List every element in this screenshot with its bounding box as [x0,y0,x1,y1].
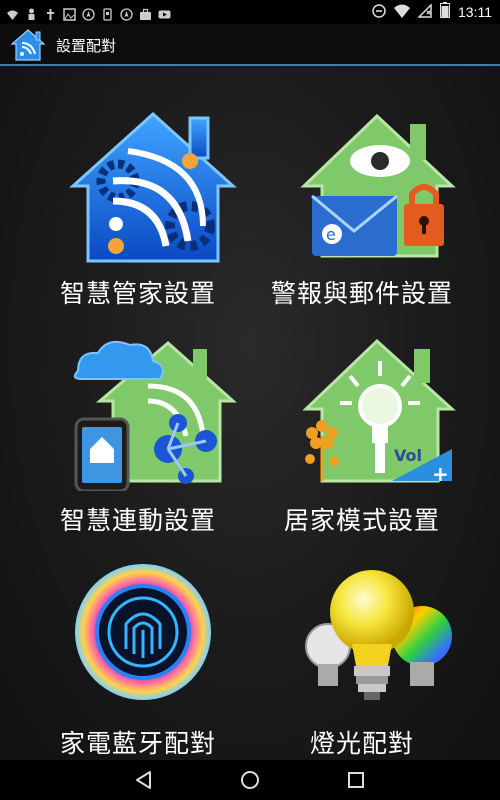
smart-house-wifi-icon [69,111,237,263]
clock: 13:11 [458,4,492,20]
home-icon[interactable] [238,768,262,792]
wifi-signal-icon [394,3,410,22]
svg-text:+: + [432,462,449,486]
svg-text:e: e [326,225,336,244]
home-mode-bulb-icon: Vol + [302,338,456,486]
tile-smart-butler[interactable]: 智慧管家設置 [28,86,248,308]
page-title: 設置配對 [56,37,117,55]
battery-icon [440,2,450,22]
smart-home-icon[interactable] [10,27,46,63]
android-icon [101,6,114,21]
person-icon [25,6,38,20]
system-icons: 13:11 [372,2,492,22]
bluetooth-fingerprint-icon [75,564,211,700]
minus-circle-icon [372,3,386,22]
recents-icon[interactable] [344,768,368,792]
briefcase-icon [139,6,152,20]
action-bar: 設置配對 [0,24,500,66]
tile-label: 智慧連動設置 [59,506,216,535]
navigation-bar [0,760,500,800]
image-icon [63,6,76,21]
settings-grid: 智慧管家設置 e 警報與郵件設置 智慧連動設置 Vol + 居家模式設置 家電藍… [0,66,500,760]
notification-icons [6,4,171,21]
tile-light-pairing[interactable]: 燈光配對 [252,534,472,758]
tile-label: 燈光配對 [309,729,414,758]
usb-icon [44,6,57,20]
alarm-mail-lock-icon: e [300,113,456,258]
tile-label: 家電藍牙配對 [59,729,216,758]
tile-smart-linkage[interactable]: 智慧連動設置 [28,311,248,535]
tile-bluetooth-pairing[interactable]: 家電藍牙配對 [28,534,248,758]
tile-label: 警報與郵件設置 [270,279,453,308]
compass-icon [120,6,133,21]
tile-label: 智慧管家設置 [59,279,216,308]
tile-alarm-mail[interactable]: e 警報與郵件設置 [252,86,472,308]
back-icon[interactable] [132,768,156,792]
no-sim-icon [417,2,432,22]
wifi-icon [6,6,19,20]
svg-text:Vol: Vol [394,446,422,465]
compass-icon [82,6,95,21]
light-bulbs-icon [305,570,452,700]
tile-home-mode[interactable]: Vol + 居家模式設置 [252,311,472,535]
status-bar: 13:11 [0,0,500,24]
cloud-link-house-icon [73,340,237,491]
youtube-icon [158,6,171,19]
tile-label: 居家模式設置 [283,506,440,535]
